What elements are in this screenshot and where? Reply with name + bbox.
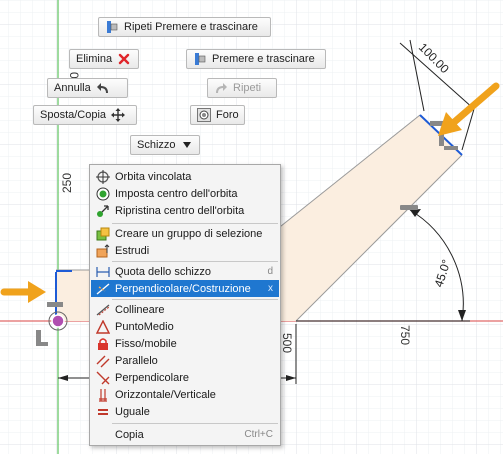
- repeat-press-pull-label: Ripeti Premere e trascinare: [124, 21, 258, 33]
- collinear-icon: [93, 303, 113, 317]
- parallel-icon: [93, 354, 113, 368]
- menu-item-copy[interactable]: Copia Ctrl+C: [91, 426, 279, 443]
- menu-item-extrude[interactable]: Estrudi: [91, 242, 279, 259]
- press-pull-icon: [193, 52, 207, 66]
- set-orbit-center-icon: [93, 187, 113, 201]
- menu-item-create-selection-group[interactable]: Creare un gruppo di selezione: [91, 225, 279, 242]
- menu-item-label: Perpendicolare: [115, 371, 189, 384]
- menu-item-label: Fisso/mobile: [115, 337, 177, 350]
- menu-item-label: Estrudi: [115, 244, 150, 257]
- hole-button[interactable]: Foro: [190, 105, 245, 125]
- redo-arrow-icon: [214, 81, 228, 95]
- delete-button[interactable]: Elimina: [69, 49, 139, 69]
- menu-item-parallel[interactable]: Parallelo: [91, 352, 279, 369]
- menu-item-construction[interactable]: Perpendicolare/Costruzione x: [91, 280, 279, 297]
- menu-item-label: Creare un gruppo di selezione: [115, 227, 263, 240]
- lock-icon: [93, 337, 113, 351]
- menu-item-reset-orbit-center[interactable]: Ripristina centro dell'orbita: [91, 202, 279, 219]
- menu-item-shortcut: d: [267, 266, 273, 277]
- repeat-press-pull-button[interactable]: Ripeti Premere e trascinare: [98, 17, 271, 37]
- undo-arrow-icon: [96, 81, 110, 95]
- menu-item-label: Copia: [115, 428, 144, 441]
- hole-label: Foro: [216, 109, 239, 121]
- menu-item-sketch-dimension[interactable]: Quota dello schizzo d: [91, 263, 279, 280]
- redo-label: Ripeti: [233, 82, 262, 94]
- selection-group-icon: [93, 227, 113, 241]
- reset-orbit-center-icon: [93, 204, 113, 218]
- menu-item-fix-unfix[interactable]: Fisso/mobile: [91, 335, 279, 352]
- menu-item-label: Uguale: [115, 405, 150, 418]
- undo-button[interactable]: Annulla: [47, 78, 128, 98]
- orbit-constrained-icon: [93, 169, 113, 184]
- move-copy-button[interactable]: Sposta/Copia: [33, 105, 137, 125]
- press-pull-label: Premere e trascinare: [212, 53, 315, 65]
- sketch-dimension-icon: [93, 265, 113, 279]
- move-cross-arrows-icon: [111, 108, 126, 122]
- delete-label: Elimina: [76, 53, 113, 65]
- hole-icon: [197, 108, 211, 122]
- menu-item-label: Orbita vincolata: [115, 170, 192, 183]
- menu-item-label: PuntoMedio: [115, 320, 174, 333]
- menu-separator: [112, 261, 278, 262]
- parallel-constraint-glyph[interactable]: [400, 205, 418, 210]
- menu-separator: [112, 223, 278, 224]
- menu-item-perpendicular[interactable]: Perpendicolare: [91, 369, 279, 386]
- undo-label: Annulla: [54, 82, 91, 94]
- menu-item-constrained-orbit[interactable]: Orbita vincolata: [91, 168, 279, 185]
- menu-item-collinear[interactable]: Collineare: [91, 301, 279, 318]
- move-copy-label: Sposta/Copia: [40, 109, 107, 121]
- menu-item-label: Imposta centro dell'orbita: [115, 187, 238, 200]
- menu-item-label: Ripristina centro dell'orbita: [115, 204, 245, 217]
- construction-icon: [93, 282, 113, 296]
- press-pull-button[interactable]: Premere e trascinare: [186, 49, 326, 69]
- menu-item-equal[interactable]: Uguale: [91, 403, 279, 420]
- delete-x-icon: [117, 52, 131, 66]
- menu-item-midpoint[interactable]: PuntoMedio: [91, 318, 279, 335]
- press-pull-icon: [105, 20, 119, 34]
- midpoint-icon: [93, 319, 113, 334]
- horizontal-vertical-icon: [93, 388, 113, 402]
- axis-label-500: 500: [280, 333, 294, 353]
- menu-item-label: Parallelo: [115, 354, 158, 367]
- perpendicular-icon: [93, 371, 113, 385]
- sketch-label: Schizzo: [137, 139, 176, 151]
- menu-item-shortcut: x: [268, 283, 273, 294]
- menu-separator: [112, 299, 278, 300]
- menu-item-shortcut: Ctrl+C: [244, 429, 273, 440]
- menu-item-label: Perpendicolare/Costruzione: [115, 282, 251, 295]
- menu-item-label: Collineare: [115, 303, 165, 316]
- menu-item-set-orbit-center[interactable]: Imposta centro dell'orbita: [91, 185, 279, 202]
- menu-item-label: Quota dello schizzo: [115, 265, 211, 278]
- menu-item-horizontal-vertical[interactable]: Orizzontale/Verticale: [91, 386, 279, 403]
- sketch-origin-point[interactable]: [51, 314, 65, 328]
- menu-separator: [112, 423, 278, 424]
- menu-item-label: Orizzontale/Verticale: [115, 388, 216, 401]
- sketch-dropdown-button[interactable]: Schizzo: [130, 135, 200, 155]
- redo-button[interactable]: Ripeti: [207, 78, 277, 98]
- context-menu: Orbita vincolata Imposta centro dell'orb…: [89, 164, 281, 446]
- axis-label-750: 750: [398, 325, 412, 345]
- axis-label-250: 250: [60, 173, 74, 193]
- equal-icon: [93, 405, 113, 419]
- chevron-down-icon: [181, 138, 193, 152]
- extrude-icon: [93, 243, 113, 258]
